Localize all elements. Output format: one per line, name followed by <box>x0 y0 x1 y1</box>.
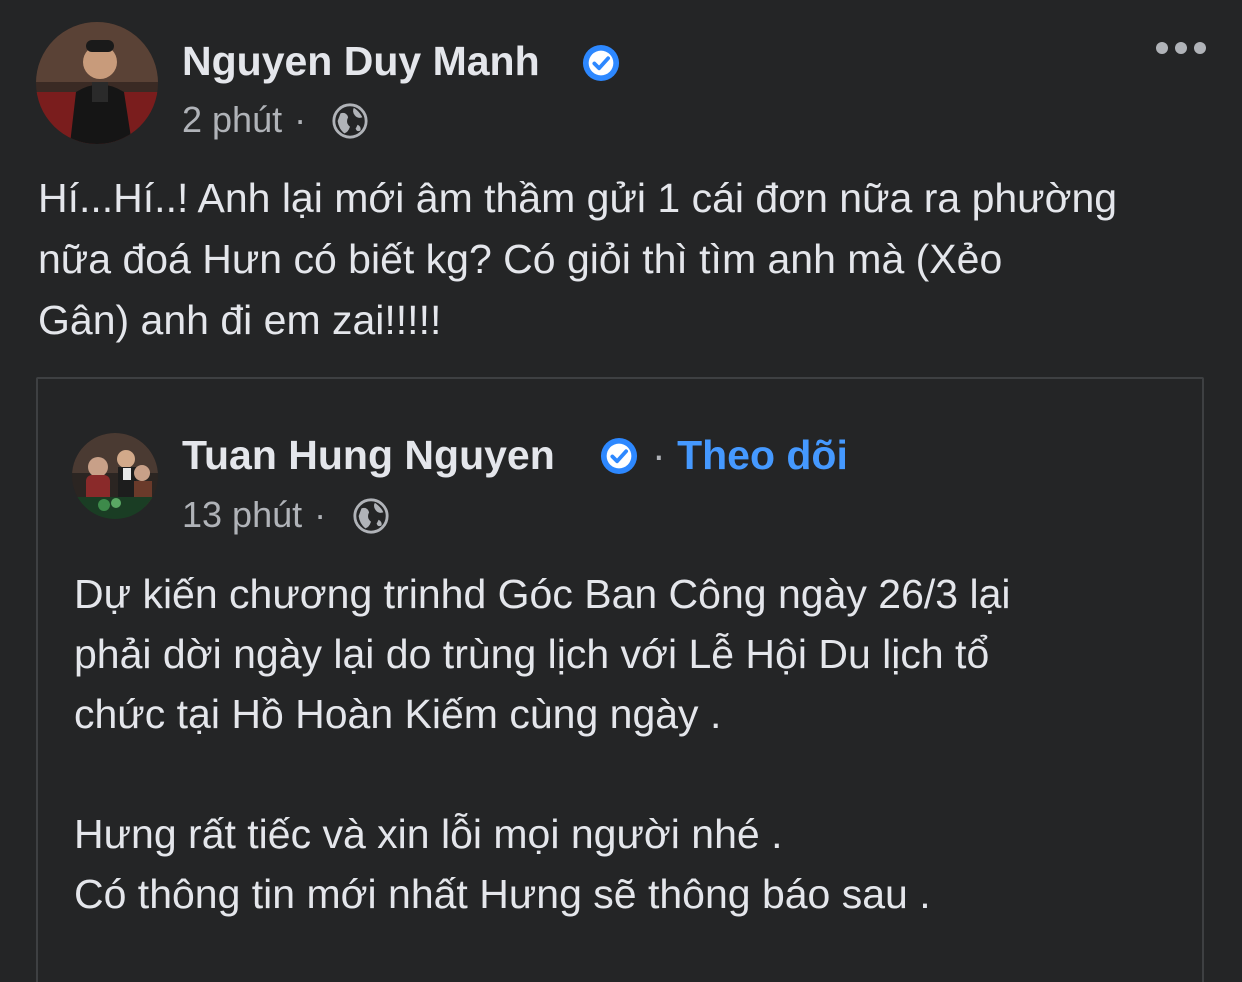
more-dot <box>1175 42 1187 54</box>
post-meta: 2 phút · <box>182 100 318 140</box>
post-container: Nguyen Duy Manh 2 phút · Hí...Hí..! Anh l… <box>0 0 1242 982</box>
author-avatar[interactable] <box>36 22 158 144</box>
shared-author-name[interactable]: Tuan Hung Nguyen <box>182 431 555 479</box>
more-dot <box>1156 42 1168 54</box>
verified-badge-icon <box>582 44 620 82</box>
follow-separator: · <box>652 432 666 478</box>
globe-icon <box>332 103 368 139</box>
meta-separator: · <box>314 494 327 535</box>
post-text: Hí...Hí..! Anh lại mới âm thầm gửi 1 cái… <box>38 175 1118 343</box>
shared-post-card[interactable]: Tuan Hung Nguyen · Theo dõi 13 phút · Dự … <box>36 377 1204 982</box>
shared-post-text: Dự kiến chương trinhd Góc Ban Công ngày … <box>74 571 1011 917</box>
verified-badge-icon <box>600 437 638 475</box>
more-dot <box>1194 42 1206 54</box>
shared-post-time[interactable]: 13 phút <box>182 494 302 535</box>
meta-separator: · <box>294 99 307 140</box>
post-time[interactable]: 2 phút <box>182 99 282 140</box>
author-name[interactable]: Nguyen Duy Manh <box>182 37 540 85</box>
follow-group: · Theo dõi <box>652 431 848 479</box>
shared-post-meta: 13 phút · <box>182 495 338 535</box>
globe-icon <box>353 498 389 534</box>
follow-button[interactable]: Theo dõi <box>677 432 848 478</box>
shared-author-avatar[interactable] <box>72 433 158 519</box>
more-options-icon[interactable] <box>1156 38 1208 58</box>
